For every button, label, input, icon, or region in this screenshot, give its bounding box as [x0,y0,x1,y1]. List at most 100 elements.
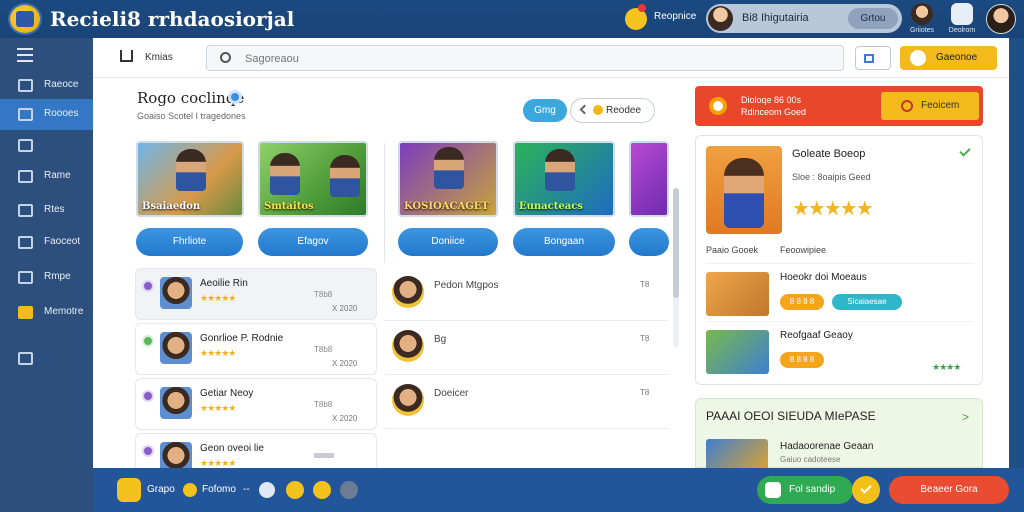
top-bar: Recieli8 rrhdaosiorjal Reopnice Bi8 Ihig… [0,0,1024,38]
player-avatar [160,277,192,309]
player-meta: T8b8 [314,345,333,354]
player-name: Getiar Neoy [200,388,254,399]
tag-badge[interactable]: Sicaiaesae [832,294,902,310]
game-card-caption: Bsaiaedon [142,201,201,212]
app-logo[interactable] [8,3,42,35]
emoji-icon[interactable] [183,483,197,497]
main-content: Kmias Gaeonoe Rogo coclinqe Goaiso Scote… [93,38,1009,474]
sort-dropdown[interactable]: Reodee [570,98,655,123]
list-item[interactable]: Geon oveoi lie ★★★★★ [135,433,377,474]
status-dot-icon [142,390,154,402]
detail-caption: Paaio Gooek [706,245,759,255]
game-card-5[interactable] [629,141,669,217]
item-label: Doeicer [434,388,469,399]
promo-button[interactable]: Feoicem [881,92,979,120]
notification-badge [638,4,646,12]
list-item[interactable]: Bg T8 [385,322,668,375]
promo-text: Dioloqe 86 00s Rdinceom Goed [741,95,807,117]
sidebar-item-label: Rame [44,170,71,181]
card-button-5[interactable] [629,228,669,256]
home-icon [18,108,33,121]
rating-stars: ★★★★★ [200,403,236,413]
sidebar-item-8[interactable]: Memotre [0,297,93,328]
sidebar-item-label: Memotre [44,306,84,317]
puzzle-icon [18,352,33,365]
detail-subtitle: Sloe : 8oaipis Geed [792,172,871,182]
game-card-1[interactable]: Bsaiaedon [136,141,244,217]
sidebar-item-7[interactable]: Rmpe [0,262,93,293]
bottom-label: Fofomo [202,484,236,495]
list-item[interactable]: Aeoilie Rin ★★★★★ T8b8 X 2020 [135,268,377,320]
player-name: Aeoilie Rin [200,278,248,289]
sidebar-item-5[interactable]: Rtes [0,195,93,226]
chart-icon [18,271,33,284]
rating-stars: ★★★★★ [200,348,236,358]
card-button-1[interactable]: Fhrliote [136,228,243,256]
sidebar-item-label: Faoceot [44,236,81,247]
player-list: Aeoilie Rin ★★★★★ T8b8 X 2020 Gonrlioe P… [135,268,377,474]
breadcrumb[interactable]: Kmias [145,52,173,63]
face-icon[interactable] [313,481,331,499]
detail-row[interactable]: Hoeokr doi Moeaus 8 8 8 8 Sicaiaesae [706,263,974,321]
player-score: X 2020 [332,304,358,313]
list-item[interactable]: Pedon Mtgpos T8 [385,268,668,321]
detail-row[interactable]: Reofgaaf Geaoy 8 8 8 8 ★★★★ [706,321,974,379]
item-title: Reofgaaf Geaoy [780,330,853,341]
sidebar-item-3[interactable] [0,130,93,161]
status-dot-icon [142,445,154,457]
confirm-button[interactable] [852,476,880,504]
toolbar: Kmias Gaeonoe [93,38,1009,78]
sidebar: Raeoce Roooes Rame Rtes Faoceot Rmpe Mem… [0,38,93,512]
chevron-right-icon[interactable]: > [962,410,969,424]
card-button-3[interactable]: Doniice [398,228,498,256]
user-menu-button[interactable]: Grtou [848,8,898,29]
coin-icon[interactable] [286,481,304,499]
friends-button[interactable]: Griiotes [907,3,937,34]
price-badge: 8 8 8 8 [780,352,824,368]
list-item[interactable]: Doeicer T8 [385,376,668,429]
sidebar-item-2[interactable]: Roooes [0,99,93,130]
check-icon [860,482,872,494]
account-avatar[interactable] [986,4,1016,34]
list-item[interactable]: Gonrlioe P. Rodnie ★★★★★ T8b8 X 2020 [135,323,377,375]
home-icon[interactable] [120,50,133,62]
sidebar-item-4[interactable]: Rame [0,161,93,192]
primary-action-label: Gaeonoe [936,52,978,63]
view-toggle-button[interactable] [855,46,891,70]
character-image [434,147,464,189]
messages-button[interactable]: Deolrom [947,3,977,34]
chest-icon[interactable] [117,478,141,502]
player-meta: T8b8 [314,400,333,409]
search-input[interactable] [245,50,805,67]
game-card-2[interactable]: Smtaitos [258,141,368,217]
play-button[interactable]: Fol sandip [757,476,853,504]
scrollbar-thumb[interactable] [673,188,679,298]
sidebar-item-6[interactable]: Faoceot [0,227,93,258]
item-meta: T8 [640,388,650,397]
filter-pill[interactable]: Gmg [523,99,567,122]
game-card-caption: KOSIOACAGET [404,201,489,212]
sidebar-item-9[interactable] [0,343,93,374]
card-button-2[interactable]: Efagov [258,228,368,256]
globe-icon[interactable] [259,482,275,498]
menu-icon[interactable] [17,48,33,66]
info-icon[interactable] [228,90,242,104]
game-card-3[interactable]: KOSIOACAGET [398,141,498,217]
folder-icon [18,79,33,92]
primary-action-button[interactable]: Gaeonoe [900,46,997,70]
item-title[interactable]: Hadaoorenae Geaan [780,441,873,452]
settings-icon[interactable] [340,481,358,499]
check-icon[interactable] [959,145,971,157]
card-button-4[interactable]: Bongaan [513,228,615,256]
user-profile-pill[interactable]: Bi8 Ihigutairia Grtou [706,4,902,33]
item-image [706,272,769,316]
item-image [706,330,769,374]
rating-stars: ★★★★★ [200,293,236,303]
action-button[interactable]: Beaeer Gora [889,476,1009,504]
sidebar-item-1[interactable]: Raeoce [0,70,93,101]
search-box[interactable] [206,45,844,71]
player-avatar [160,332,192,364]
character-image [330,155,360,197]
game-card-4[interactable]: Eunacteacs [513,141,615,217]
list-item[interactable]: Getiar Neoy ★★★★★ T8b8 X 2020 [135,378,377,430]
